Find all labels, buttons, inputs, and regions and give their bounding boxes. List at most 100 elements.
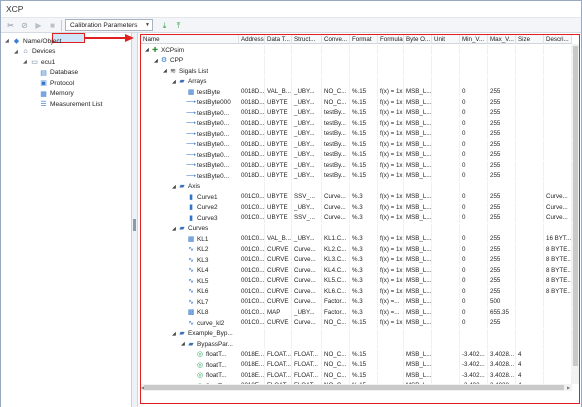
row-name: Example_Byp... [188,330,233,337]
cell-conve-: testBy... [322,150,350,160]
table-row[interactable]: ⟶ testByte000 0018D... UBYTE _UBY... NO_C...%… [141,97,578,108]
upload-icon[interactable]: ⤒ [173,20,184,31]
column-header-2[interactable]: Data T... [265,35,292,44]
cell-min-v- [460,223,488,234]
cell-address: 0018D... [241,171,265,181]
table-row[interactable]: ▮ Curve3 001C0... UBYTE SSV_... Curve... %.3 f(… [141,213,578,223]
table-row[interactable]: ∿ KL2 001C0... CURVE Curve... KL2.C... %.3 f(x)… [141,244,578,255]
table-row[interactable]: ◢ ✚ XCPsim [141,45,578,55]
cell-conve- [322,45,350,55]
table-row[interactable]: ◢ ▰ Curves [141,223,578,234]
curve-icon: ∿ [188,298,194,306]
cell-address [239,328,265,339]
table-row[interactable]: ⟶ testByte0... 0018D... UBYTE _UBY... testBy.… [141,118,578,129]
column-header-5[interactable]: Format [350,35,378,44]
column-header-4[interactable]: Conve... [322,35,350,44]
cell-descri-: 8 BYTE... [546,255,572,265]
cell-max-v-: 255 [488,255,516,265]
vertical-scrollbar[interactable] [572,44,579,384]
table-row[interactable]: ∿ curve_kl2 001C0... CURVE Curve... NO_C...%.… [141,318,578,328]
table-row[interactable]: ⟶ testByte0... 0018D... UBYTE _UBY... testBy.… [141,108,578,118]
table-row[interactable]: ⟶ testByte0... 0018D... UBYTE _UBY... testBy.… [141,129,578,139]
cell-address: 0018D... [241,97,265,108]
tree-item-measurement-list[interactable]: ☰ Measurement List [32,99,102,109]
cell-max-v-: 255 [488,171,516,181]
column-header-0[interactable]: Name [141,35,239,44]
tree-item-database[interactable]: ▤ Database [32,68,78,78]
cut-icon[interactable]: ✂ [5,20,16,31]
cell-size [516,76,544,87]
table-row[interactable]: ◢ ▰ Arrays [141,76,578,87]
table-row[interactable]: ▦ testByte 0018D... VAL_B... _UBY... NO_C...%… [141,87,578,97]
table-row[interactable]: ◢ ≋ Sigals List [141,66,578,76]
cell-data-t-: CURVE [265,244,292,255]
table-row[interactable]: ◎floatT...0018E...FLOAT...FLOAT...NO_C..… [141,349,578,360]
collapse-icon[interactable]: ◢ [23,59,30,65]
column-header-9[interactable]: Min_V... [460,35,488,44]
vertical-scroll-thumb[interactable] [573,46,578,366]
cell-struct- [292,328,322,339]
tree-item-memory[interactable]: ▦ Memory [32,89,74,99]
column-header-12[interactable]: Descri... [544,35,572,44]
column-header-7[interactable]: Byte O... [404,35,432,44]
stop-icon[interactable]: ■ [47,20,58,31]
table-row[interactable]: ⟶ testByte0... 0018D... UBYTE _UBY... testBy.… [141,150,578,160]
cell-conve-: NO_C... [322,97,350,108]
cell-size [516,160,544,171]
table-row[interactable]: ◎floatT...0018E...FLOAT...FLOAT...NO_C..… [141,370,578,381]
table-row[interactable]: ▮ Curve1 001C0... UBYTE SSV_... Curve... %.3 f(… [141,192,578,202]
table-row[interactable]: ◢ ⚙ CPP [141,55,578,66]
cell-size [516,318,544,328]
cell-format [350,66,378,76]
cell-formula: f(x) = 1x [380,192,404,202]
collapse-icon[interactable]: ◢ [14,49,21,55]
cell-max-v-: 255 [488,234,516,244]
tree-item-protocol[interactable]: ▣ Protocol [32,78,74,88]
table-row[interactable]: ∿ KL6 001C0... CURVE Curve... KL6.C... %.3 f(x)… [141,286,578,297]
table-row[interactable]: ∿ KL3 001C0... CURVE Curve... KL3.C... %.3 f(x)… [141,255,578,265]
cell-address: 001C0... [241,202,265,213]
column-header-3[interactable]: Struct... [292,35,322,44]
splitter-grip[interactable] [133,219,136,231]
name-cell: ◢ ▰ Curves [172,224,239,234]
tree-item-ecu1[interactable]: ◢ ▭ ecu1 [23,57,55,67]
scroll-right-icon[interactable]: ▶ [567,385,570,390]
horizontal-scroll-thumb[interactable] [144,385,564,390]
column-header-11[interactable]: Size [516,35,544,44]
cell-conve-: KL6.C... [322,286,350,297]
cell-format [350,181,378,192]
table-row[interactable]: ⟶ testByte0... 0018D... UBYTE _UBY... testBy.… [141,171,578,181]
table-row[interactable]: ◢ ▰ Axis [141,181,578,192]
parameter-type-combo[interactable]: Calibration Parameters ▼ [65,19,153,31]
table-row[interactable]: ◢ ▰ Example_Byp... [141,328,578,339]
link-icon[interactable]: ⊘ [19,20,30,31]
table-row[interactable]: ▮ Curve2 001C0... UBYTE _UBY... Curve... %.3 f(… [141,202,578,213]
table-row[interactable]: ⟶ testByte0... 0018D... UBYTE _UBY... testBy.… [141,160,578,171]
tree-item-name-object[interactable]: ◢ ◆ Name/Object [5,36,61,46]
cell-max-v-: 255 [488,202,516,213]
table-row[interactable]: ▦ KL1 001C0... VAL_B... _UBY... KL1.C... %.3 f(… [141,234,578,244]
table-row[interactable]: ⟶ testByte0... 0018D... UBYTE _UBY... testBy.… [141,139,578,150]
column-header-10[interactable]: Max_V... [488,35,516,44]
table-row[interactable]: ▩ KL8 001C0... MAP _UBY... Factor... %.3 f(x) =… [141,307,578,318]
tree-item-devices[interactable]: ◢ ⌂ Devices [14,47,55,57]
name-cell: ▦ testByte [181,87,239,97]
table-row[interactable]: ∿ KL5 001C0... CURVE Curve... KL5.C... %.3 f(x)… [141,276,578,286]
table-row[interactable]: ◎floatT...0018E...FLOAT...FLOAT...NO_C..… [141,360,578,370]
table-row[interactable]: ∿ KL4 001C0... CURVE Curve... KL4.C... %.3 f(x)… [141,265,578,276]
column-header-8[interactable]: Unit [432,35,460,44]
download-icon[interactable]: ⤓ [159,20,170,31]
table-row[interactable]: ◢ ▰ BypassPar... [141,339,578,349]
horizontal-scrollbar[interactable]: ◀ ▶ [141,384,572,391]
cell-format [350,223,378,234]
play-icon[interactable]: ▶ [33,20,44,31]
table-row[interactable]: ∿ KL7 001C0... CURVE Curve... Factor... %.3 f(x… [141,297,578,307]
cell-unit [432,202,460,213]
cell-data-t- [265,55,292,66]
column-header-1[interactable]: Address [239,35,265,44]
cell-formula: f(x) = 1x [380,213,404,223]
cell-descri- [544,181,572,192]
cell-formula: f(x) =... [378,297,404,307]
column-header-6[interactable]: Formula [378,35,404,44]
collapse-icon[interactable]: ◢ [5,38,12,44]
